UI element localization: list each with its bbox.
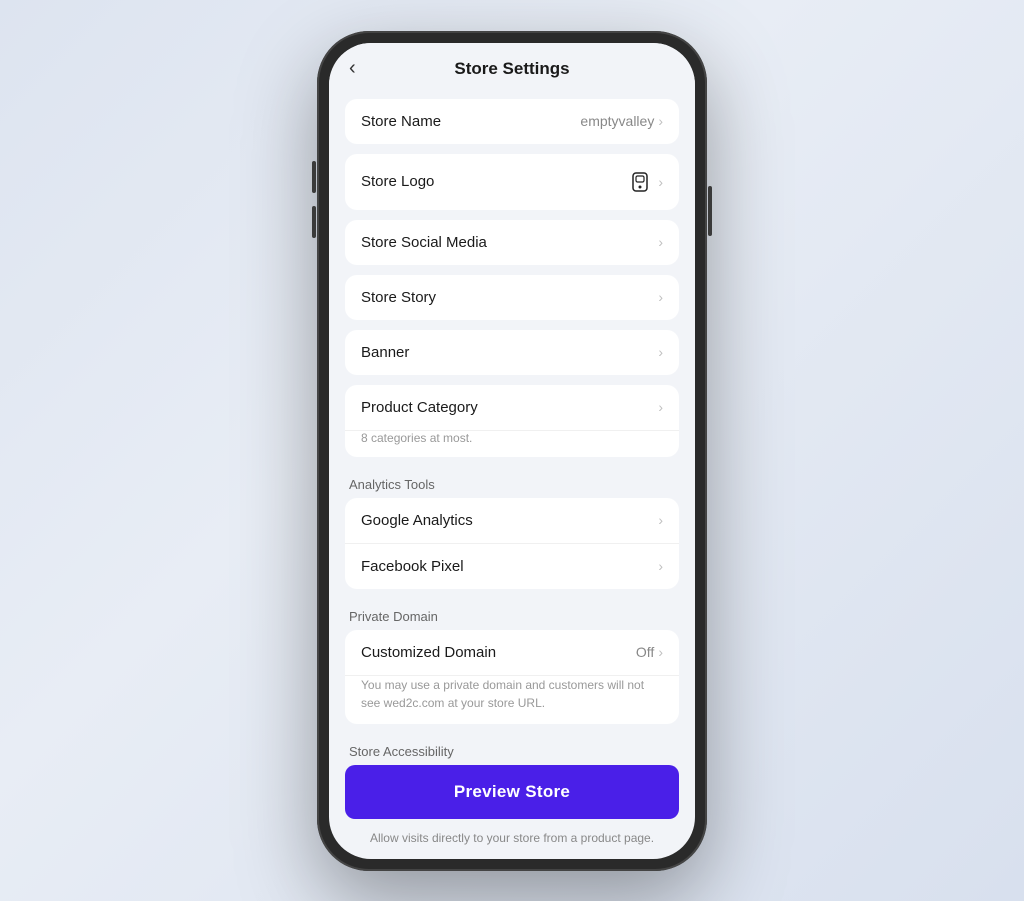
analytics-section-header: Analytics Tools — [345, 467, 679, 498]
store-story-value-group: › — [658, 289, 663, 305]
back-button[interactable]: ‹ — [349, 57, 356, 80]
store-social-media-value-group: › — [658, 234, 663, 250]
phone-frame: ‹ Store Settings Store Name emptyvalley … — [317, 31, 707, 871]
preview-btn-wrapper: Preview Store — [345, 765, 679, 819]
screen-content: ‹ Store Settings Store Name emptyvalley … — [329, 43, 695, 859]
google-analytics-chevron: › — [658, 512, 663, 528]
google-analytics-label: Google Analytics — [361, 512, 473, 529]
store-name-card: Store Name emptyvalley › — [345, 99, 679, 144]
phone-screen: ‹ Store Settings Store Name emptyvalley … — [329, 43, 695, 859]
domain-card: Customized Domain Off › You may use a pr… — [345, 630, 679, 724]
store-logo-value-group: › — [626, 168, 663, 196]
google-analytics-value-group: › — [658, 512, 663, 528]
facebook-pixel-label: Facebook Pixel — [361, 558, 464, 575]
store-logo-card: Store Logo › — [345, 154, 679, 210]
store-name-value-group: emptyvalley › — [580, 113, 663, 129]
store-story-label: Store Story — [361, 289, 436, 306]
facebook-pixel-row[interactable]: Facebook Pixel › — [345, 544, 679, 589]
settings-content: Store Name emptyvalley › Store Logo — [329, 91, 695, 859]
facebook-pixel-chevron: › — [658, 558, 663, 574]
store-story-row[interactable]: Store Story › — [345, 275, 679, 320]
banner-row[interactable]: Banner › — [345, 330, 679, 375]
domain-description: You may use a private domain and custome… — [345, 676, 679, 724]
store-name-row[interactable]: Store Name emptyvalley › — [345, 99, 679, 144]
customized-domain-chevron: › — [658, 644, 663, 660]
product-category-row[interactable]: Product Category › — [345, 385, 679, 431]
volume-up-btn — [312, 161, 316, 193]
store-social-media-chevron: › — [658, 234, 663, 250]
analytics-card: Google Analytics › Facebook Pixel › — [345, 498, 679, 589]
store-name-chevron: › — [658, 113, 663, 129]
store-logo-icon — [626, 168, 654, 196]
volume-down-btn — [312, 206, 316, 238]
store-logo-label: Store Logo — [361, 173, 434, 190]
product-category-card: Product Category › 8 categories at most. — [345, 385, 679, 457]
store-name-value: emptyvalley — [580, 113, 654, 129]
product-category-label: Product Category — [361, 399, 478, 416]
google-analytics-row[interactable]: Google Analytics › — [345, 498, 679, 544]
customized-domain-row[interactable]: Customized Domain Off › — [345, 630, 679, 676]
store-story-card: Store Story › — [345, 275, 679, 320]
product-category-chevron: › — [658, 399, 663, 415]
store-social-media-row[interactable]: Store Social Media › — [345, 220, 679, 265]
customized-domain-label: Customized Domain — [361, 644, 496, 661]
header: ‹ Store Settings — [329, 43, 695, 91]
product-category-sub: 8 categories at most. — [345, 431, 679, 457]
domain-section-header: Private Domain — [345, 599, 679, 630]
banner-chevron: › — [658, 344, 663, 360]
power-btn — [708, 186, 712, 236]
customized-domain-value: Off — [636, 644, 654, 660]
store-social-media-card: Store Social Media › — [345, 220, 679, 265]
accessibility-description: Allow visits directly to your store from… — [345, 827, 679, 849]
store-story-chevron: › — [658, 289, 663, 305]
banner-label: Banner — [361, 344, 409, 361]
product-category-value-group: › — [658, 399, 663, 415]
customized-domain-value-group: Off › — [636, 644, 663, 660]
page-title: Store Settings — [454, 59, 569, 79]
store-social-media-label: Store Social Media — [361, 234, 487, 251]
banner-card: Banner › — [345, 330, 679, 375]
store-logo-chevron: › — [658, 174, 663, 190]
preview-store-button[interactable]: Preview Store — [345, 765, 679, 819]
store-logo-row[interactable]: Store Logo › — [345, 154, 679, 210]
store-name-label: Store Name — [361, 113, 441, 130]
accessibility-section-header: Store Accessibility — [345, 734, 679, 765]
banner-value-group: › — [658, 344, 663, 360]
facebook-pixel-value-group: › — [658, 558, 663, 574]
